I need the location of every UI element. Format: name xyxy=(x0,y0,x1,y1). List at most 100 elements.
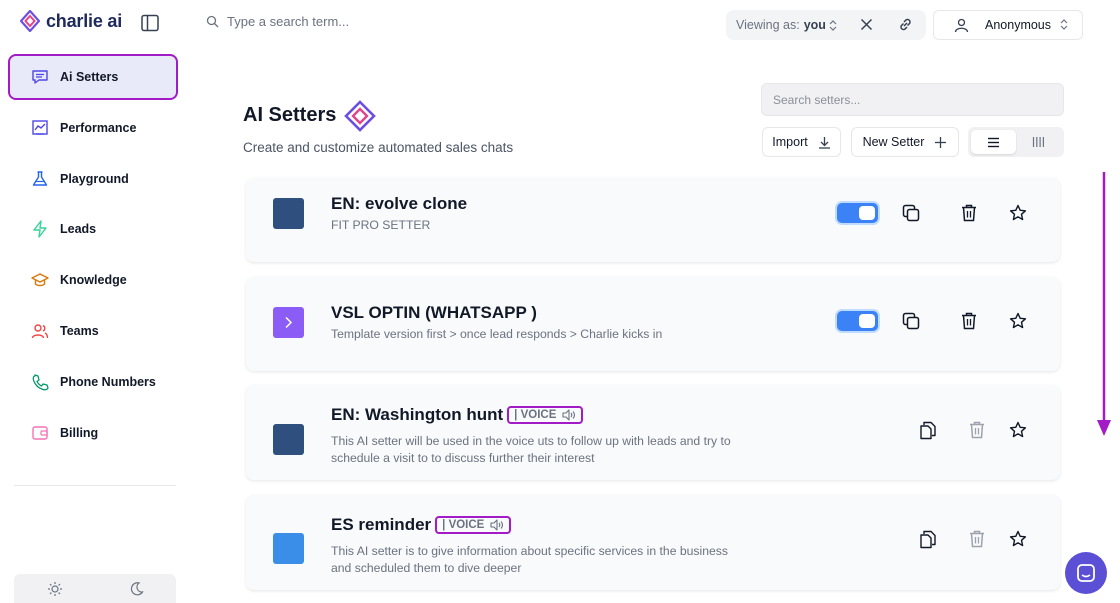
new-setter-label: New Setter xyxy=(862,135,925,149)
setter-name: VSL OPTIN (WHATSAPP ) xyxy=(331,303,537,323)
setter-color-square xyxy=(273,533,304,564)
new-setter-button[interactable]: New Setter xyxy=(851,127,959,157)
setter-description: FIT PRO SETTER xyxy=(331,218,431,232)
voice-badge-label: | VOICE xyxy=(442,519,485,531)
import-label: Import xyxy=(772,135,808,149)
sidebar-item-playground[interactable]: Playground xyxy=(10,158,176,200)
download-icon xyxy=(818,136,830,149)
chart-icon xyxy=(30,118,50,138)
setter-card[interactable]: VSL OPTIN (WHATSAPP ) Template version f… xyxy=(246,277,1060,371)
column-view-button[interactable] xyxy=(1016,130,1061,154)
sun-icon xyxy=(47,581,62,596)
support-chat-button[interactable] xyxy=(1065,552,1107,594)
sidebar-toggle-icon[interactable] xyxy=(141,14,159,32)
global-search-input[interactable]: Type a search term... xyxy=(227,14,349,29)
delete-button[interactable] xyxy=(958,202,980,224)
star-icon xyxy=(1009,204,1027,221)
delete-button[interactable] xyxy=(958,310,980,332)
setter-enabled-toggle[interactable] xyxy=(837,311,878,331)
voice-badge: | VOICE xyxy=(507,406,584,424)
global-search[interactable]: Type a search term... xyxy=(206,14,349,29)
columns-icon xyxy=(1032,137,1044,147)
delete-button[interactable] xyxy=(966,419,988,441)
copy-icon xyxy=(902,204,920,222)
delete-button[interactable] xyxy=(966,528,988,550)
viewing-as-label: Viewing as: xyxy=(736,18,800,32)
moon-icon xyxy=(130,581,144,595)
charlie-logo-icon xyxy=(344,100,376,132)
viewing-as-value: you xyxy=(803,18,826,32)
setter-name-text: VSL OPTIN (WHATSAPP ) xyxy=(331,303,537,322)
sidebar-item-ai-setters[interactable]: Ai Setters xyxy=(8,54,178,100)
user-icon xyxy=(954,18,969,32)
phone-icon xyxy=(30,372,50,392)
trash-icon xyxy=(962,204,976,222)
setter-name: ES reminder | VOICE xyxy=(331,515,512,535)
dark-mode-button[interactable] xyxy=(95,574,176,603)
voice-badge: | VOICE xyxy=(435,516,512,534)
flask-icon xyxy=(30,169,50,189)
chevron-right-icon xyxy=(285,316,293,329)
wallet-icon xyxy=(30,423,50,443)
setter-card[interactable]: EN: evolve clone FIT PRO SETTER xyxy=(246,178,1060,262)
sidebar-item-phone-numbers[interactable]: Phone Numbers xyxy=(10,361,176,403)
duplicate-button[interactable] xyxy=(917,419,939,441)
close-icon[interactable] xyxy=(860,18,873,31)
setter-name-text: ES reminder xyxy=(331,515,432,534)
theme-switcher xyxy=(14,574,176,603)
sidebar-item-label: Playground xyxy=(60,171,129,186)
sidebar-item-label: Teams xyxy=(60,323,99,338)
speaker-icon xyxy=(562,409,576,421)
charlie-logo-icon xyxy=(20,10,40,32)
sidebar-item-label: Billing xyxy=(60,425,99,440)
chat-icon xyxy=(30,67,50,87)
chevron-updown-icon xyxy=(1060,19,1068,30)
sidebar-item-performance[interactable]: Performance xyxy=(10,107,176,149)
link-icon[interactable] xyxy=(898,17,913,32)
sidebar-item-teams[interactable]: Teams xyxy=(10,310,176,352)
sidebar-item-label: Performance xyxy=(60,120,137,135)
favorite-button[interactable] xyxy=(1007,528,1029,550)
setter-name: EN: Washington hunt | VOICE xyxy=(331,405,584,425)
light-mode-button[interactable] xyxy=(14,574,95,603)
page-title: AI Setters xyxy=(243,104,337,126)
user-name: Anonymous xyxy=(985,18,1052,32)
favorite-button[interactable] xyxy=(1007,419,1029,441)
sidebar-item-leads[interactable]: Leads xyxy=(10,208,176,250)
list-view-button[interactable] xyxy=(971,130,1016,154)
import-button[interactable]: Import xyxy=(762,127,841,157)
page-subtitle: Create and customize automated sales cha… xyxy=(243,140,514,155)
favorite-button[interactable] xyxy=(1007,310,1029,332)
setter-enabled-toggle[interactable] xyxy=(837,203,878,223)
setter-name-text: EN: evolve clone xyxy=(331,194,468,213)
favorite-button[interactable] xyxy=(1007,202,1029,224)
bolt-icon xyxy=(30,219,50,239)
duplicate-button[interactable] xyxy=(900,310,922,332)
setter-card[interactable]: ES reminder | VOICE This AI setter is to… xyxy=(246,495,1060,590)
sidebar-item-knowledge[interactable]: Knowledge xyxy=(10,259,176,301)
graduation-cap-icon xyxy=(30,270,50,290)
star-icon xyxy=(1009,312,1027,329)
search-setters-input[interactable]: Search setters... xyxy=(761,83,1064,116)
setter-description: This AI setter is to give information ab… xyxy=(331,544,728,575)
sidebar-item-label: Phone Numbers xyxy=(60,374,156,389)
setter-card[interactable]: EN: Washington hunt | VOICE This AI sett… xyxy=(246,385,1060,480)
duplicate-button[interactable] xyxy=(900,202,922,224)
app-name: charlie ai xyxy=(46,10,123,31)
documents-icon xyxy=(920,530,936,548)
duplicate-button[interactable] xyxy=(917,528,939,550)
app-logo[interactable]: charlie ai xyxy=(20,10,122,32)
trash-icon xyxy=(970,530,984,548)
search-icon xyxy=(206,15,219,28)
chevron-updown-icon xyxy=(829,19,837,31)
sidebar-item-label: Ai Setters xyxy=(60,70,119,84)
search-setters-placeholder: Search setters... xyxy=(773,92,861,107)
star-icon xyxy=(1009,421,1027,438)
setter-color-square xyxy=(273,424,304,455)
list-icon xyxy=(988,137,999,147)
sidebar-item-billing[interactable]: Billing xyxy=(10,412,176,454)
viewing-as-selector[interactable]: Viewing as: you xyxy=(726,10,926,40)
sidebar-nav: Ai Setters Performance Playground Leads … xyxy=(8,54,178,462)
sidebar-divider xyxy=(14,485,176,486)
user-menu[interactable]: Anonymous xyxy=(933,10,1083,40)
